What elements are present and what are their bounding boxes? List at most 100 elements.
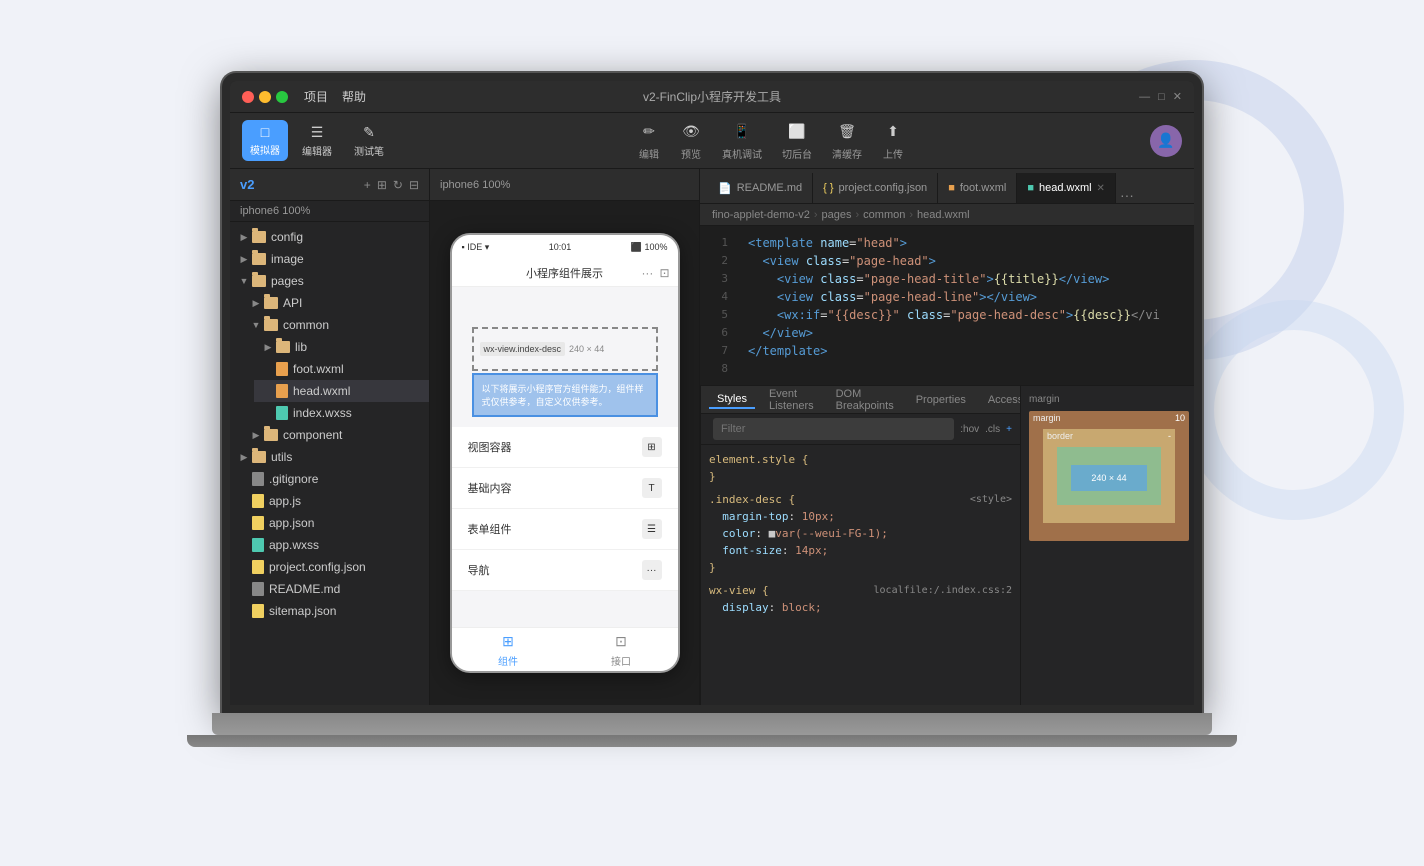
file-tree: ▶ config ▶ image ▼ <box>230 222 429 705</box>
tree-item-component[interactable]: ▶ component <box>242 424 429 446</box>
tree-item-foot-wxml[interactable]: ▶ foot.wxml <box>254 358 429 380</box>
cls-filter[interactable]: .cls <box>985 424 1000 435</box>
minimize-btn[interactable]: — <box>1139 91 1150 103</box>
styles-filter-bar: :hov .cls + <box>701 414 1020 445</box>
toolbar-btn-simulator[interactable]: □ 模拟器 <box>242 120 288 161</box>
win-btn-close[interactable] <box>242 91 254 103</box>
box-model-visual: margin 10 border - padding <box>1029 411 1189 541</box>
tree-item-index-wxss[interactable]: ▶ index.wxss <box>254 402 429 424</box>
border-label: border <box>1047 431 1073 441</box>
xml-icon <box>276 362 288 376</box>
new-folder-icon[interactable]: ⊞ <box>377 178 387 192</box>
tree-item-common[interactable]: ▼ common <box>242 314 429 336</box>
menu-item-view-container[interactable]: 视图容器 ⊞ <box>452 427 678 468</box>
selected-text: 以下将展示小程序官方组件能力，组件样式仅供参考，自定义仅供参考。 <box>482 382 648 408</box>
dots-icon[interactable]: ··· <box>641 266 653 280</box>
tree-item-lib[interactable]: ▶ lib <box>254 336 429 358</box>
tab-readme[interactable]: 📄 README.md <box>708 173 813 203</box>
styles-tab-event-listeners[interactable]: Event Listeners <box>761 386 822 414</box>
phone-tab-api[interactable]: ⊡ 接口 <box>611 631 631 668</box>
expand-icon[interactable]: ⊡ <box>659 266 669 280</box>
refresh-icon[interactable]: ↻ <box>393 178 403 192</box>
styles-filter-input[interactable] <box>713 418 954 440</box>
readme-tab-icon: 📄 <box>718 182 732 195</box>
bm-content: 240 × 44 <box>1071 465 1147 491</box>
tree-item-head-wxml[interactable]: ▶ head.wxml <box>254 380 429 402</box>
maximize-btn[interactable]: □ <box>1158 91 1165 103</box>
code-line-7: </template> <box>748 342 1182 360</box>
styles-tab-dom-breakpoints[interactable]: DOM Breakpoints <box>828 386 902 414</box>
tab-foot-wxml[interactable]: ■ foot.wxml <box>938 173 1017 203</box>
toolbar: □ 模拟器 ☰ 编辑器 ✎ 测试笔 ✏ 编辑 <box>230 113 1194 169</box>
preview-panel: iphone6 100% ▪ IDE ▾ 10:01 ⬛ 100% <box>430 169 700 705</box>
laptop-screen: 项目 帮助 v2-FinClip小程序开发工具 — □ ✕ □ 模拟器 <box>222 73 1202 713</box>
time-display: 10:01 <box>549 242 572 252</box>
folder-icon <box>252 451 266 463</box>
tree-item-utils[interactable]: ▶ utils <box>230 446 429 468</box>
tab-head-wxml-label: head.wxml <box>1039 182 1092 194</box>
tab-head-wxml[interactable]: ■ head.wxml ✕ <box>1017 173 1116 203</box>
tree-item-image[interactable]: ▶ image <box>230 248 429 270</box>
tree-item-config[interactable]: ▶ config <box>230 226 429 248</box>
tool-edit[interactable]: ✏ 编辑 <box>638 121 660 161</box>
tree-item-sitemap[interactable]: ▶ sitemap.json <box>230 600 429 622</box>
user-avatar[interactable]: 👤 <box>1150 125 1182 157</box>
tree-item-pages[interactable]: ▼ pages <box>230 270 429 292</box>
win-btn-min[interactable] <box>259 91 271 103</box>
tool-background[interactable]: ⬜ 切后台 <box>782 121 812 161</box>
editor-breadcrumb: fino-applet-demo-v2 › pages › common › h… <box>700 204 1194 226</box>
menu-item-help[interactable]: 帮助 <box>342 88 366 105</box>
tool-preview[interactable]: 👁 预览 <box>680 121 702 161</box>
index-desc-rule: .index-desc { <style> margin-top: 10px; … <box>709 491 1012 576</box>
folder-icon <box>252 231 266 243</box>
api-tab-label: 接口 <box>611 653 631 668</box>
add-filter[interactable]: + <box>1006 424 1012 435</box>
tab-project-config[interactable]: { } project.config.json <box>813 173 938 203</box>
toolbar-btn-editor[interactable]: ☰ 编辑器 <box>294 120 340 162</box>
foot-wxml-icon: ■ <box>948 182 955 194</box>
code-line-3: <view class="page-head-title">{{title}}<… <box>748 270 1182 288</box>
battery-indicator: ⬛ 100% <box>631 242 668 253</box>
tree-item-app-js[interactable]: ▶ app.js <box>230 490 429 512</box>
tree-item-project-config[interactable]: ▶ project.config.json <box>230 556 429 578</box>
win-btn-max[interactable] <box>276 91 288 103</box>
sidebar-icons: + ⊞ ↻ ⊟ <box>364 178 419 192</box>
styles-tab-properties[interactable]: Properties <box>908 392 974 408</box>
tab-readme-label: README.md <box>737 182 802 194</box>
wxss-icon <box>252 538 264 552</box>
tab-close-icon[interactable]: ✕ <box>1097 183 1105 194</box>
component-tab-icon: ⊞ <box>498 631 518 651</box>
tool-clear-cache[interactable]: 🗑 清缓存 <box>832 121 862 161</box>
preview-phone-container: ▪ IDE ▾ 10:01 ⬛ 100% 小程序组件展示 ··· ⊡ <box>430 201 699 705</box>
background-icon: ⬜ <box>786 121 808 143</box>
tree-item-readme[interactable]: ▶ README.md <box>230 578 429 600</box>
upload-label: 上传 <box>883 146 903 161</box>
tool-upload[interactable]: ⬆ 上传 <box>882 121 904 161</box>
styles-tab-styles[interactable]: Styles <box>709 391 755 409</box>
menu-item-form[interactable]: 表单组件 ☰ <box>452 509 678 550</box>
new-file-icon[interactable]: + <box>364 178 371 192</box>
element-label: wx-view.index-desc <box>480 342 566 356</box>
code-content[interactable]: <template name="head"> <view class="page… <box>736 226 1194 385</box>
menu-item-nav[interactable]: 导航 ··· <box>452 550 678 591</box>
styles-tab-accessibility[interactable]: Accessibility <box>980 392 1020 408</box>
title-bar-left: 项目 帮助 <box>242 88 366 105</box>
tree-item-app-json[interactable]: ▶ app.json <box>230 512 429 534</box>
more-tabs-icon[interactable]: ··· <box>1120 187 1134 203</box>
tool-device-debug[interactable]: 📱 真机调试 <box>722 121 762 161</box>
menu-item-basic-content[interactable]: 基础内容 T <box>452 468 678 509</box>
tree-item-api[interactable]: ▶ API <box>242 292 429 314</box>
form-icon: ☰ <box>642 519 662 539</box>
menu-item-project[interactable]: 项目 <box>304 88 328 105</box>
signal-indicator: ▪ IDE ▾ <box>462 242 490 253</box>
tab-project-config-label: project.config.json <box>839 182 928 194</box>
toolbar-btn-test[interactable]: ✎ 测试笔 <box>346 120 392 162</box>
phone-tab-component[interactable]: ⊞ 组件 <box>498 631 518 668</box>
code-line-5: <wx:if="{{desc}}" class="page-head-desc"… <box>748 306 1182 324</box>
tree-item-app-wxss[interactable]: ▶ app.wxss <box>230 534 429 556</box>
hov-filter[interactable]: :hov <box>960 424 979 435</box>
close-btn[interactable]: ✕ <box>1173 90 1182 103</box>
collapse-icon[interactable]: ⊟ <box>409 178 419 192</box>
tree-item-gitignore[interactable]: ▶ .gitignore <box>230 468 429 490</box>
basic-content-icon: T <box>642 478 662 498</box>
